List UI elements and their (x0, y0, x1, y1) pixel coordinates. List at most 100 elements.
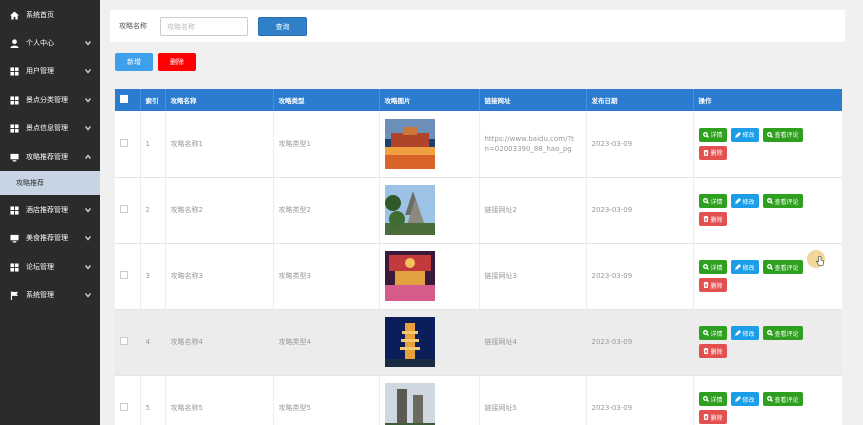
search-input[interactable] (160, 17, 248, 36)
guide-image (384, 118, 479, 169)
view-reviews-button[interactable]: 查看评论 (762, 392, 803, 406)
chevron-up-icon (84, 154, 92, 160)
guide-image-cell (379, 111, 480, 178)
row-select-cell (115, 111, 141, 178)
sidebar-item-user-management[interactable]: 用户管理 (0, 57, 100, 85)
guide-image (384, 383, 479, 425)
add-button[interactable]: 新增 (115, 53, 153, 71)
search-icon (766, 330, 773, 336)
sidebar-item-attraction-info[interactable]: 景点信息管理 (0, 114, 100, 142)
monitor-icon (9, 233, 19, 243)
edit-button[interactable]: 修改 (730, 127, 759, 142)
edit-button[interactable]: 修改 (730, 194, 759, 208)
chevron-down-icon (84, 292, 92, 298)
row-checkbox[interactable] (120, 337, 128, 345)
index-cell: 1 (140, 111, 166, 178)
link-url-cell: 链接网址4 (479, 309, 587, 376)
publish-date-cell: 2023-03-09 (586, 243, 694, 310)
sidebar-item-hotel-recommend[interactable]: 酒店推荐管理 (0, 196, 100, 224)
sidebar-item-guide-recommend[interactable]: 攻略推荐管理 (0, 143, 100, 171)
link-url: 链接网址4 (484, 338, 517, 346)
search-icon (702, 330, 709, 336)
edit-button[interactable]: 修改 (730, 392, 759, 406)
detail-button[interactable]: 详情 (698, 194, 727, 208)
row-select-cell (115, 243, 141, 310)
search-icon (766, 396, 773, 402)
search-icon (702, 131, 709, 138)
sidebar-item-attraction-category[interactable]: 景点分类管理 (0, 86, 100, 114)
sidebar-item-label: 系统首页 (26, 11, 54, 19)
table-row: 1 攻略名称1 攻略类型1 https://www.baidu.com/?tn=020… (115, 111, 842, 178)
publish-date-cell: 2023-03-09 (586, 309, 694, 376)
edit-button[interactable]: 修改 (730, 326, 759, 340)
sidebar: 系统首页 个人中心 用户管理 景点分类管理 景点信息管理 攻略推荐管理 攻略推荐… (0, 0, 100, 425)
edit-button[interactable]: 修改 (730, 260, 759, 274)
link-url-cell: 链接网址5 (479, 375, 587, 425)
publish-date-cell: 2023-03-09 (586, 375, 694, 425)
index-cell: 5 (140, 375, 166, 425)
edit-label: 修改 (742, 330, 755, 338)
publish-date-cell: 2023-03-09 (586, 177, 694, 244)
actions-cell: 详情 修改 查看评论删除 (693, 309, 842, 376)
sidebar-subitem-guide-recommend[interactable]: 攻略推荐 (0, 171, 100, 195)
sidebar-item-system[interactable]: 系统管理 (0, 281, 100, 309)
sidebar-item-label: 论坛管理 (26, 263, 54, 271)
detail-button[interactable]: 详情 (698, 392, 727, 406)
edit-label: 修改 (742, 198, 755, 206)
view-reviews-button[interactable]: 查看评论 (762, 127, 803, 142)
table-row: 5 攻略名称5 攻略类型5 链接网址5 2023-03-09 详情 修改 查看评论 删除 (115, 375, 842, 425)
detail-label: 详情 (710, 330, 723, 338)
chevron-down-icon (84, 97, 92, 103)
row-checkbox[interactable] (120, 205, 128, 213)
detail-button[interactable]: 详情 (698, 127, 727, 142)
trash-icon (703, 348, 708, 354)
view-reviews-button[interactable]: 查看评论 (762, 326, 803, 340)
link-url-cell: https://www.baidu.com/?tn=02003390_88_ha… (479, 111, 587, 178)
delete-row-button[interactable]: 删除 (698, 410, 727, 424)
delete-row-label: 删除 (710, 348, 723, 356)
guide-name-cell: 攻略名称2 (165, 177, 274, 244)
chevron-down-icon (84, 40, 92, 46)
search-label: 攻略名称 (119, 22, 147, 30)
delete-row-button[interactable]: 删除 (698, 344, 727, 358)
pencil-icon (734, 131, 741, 138)
sidebar-item-home[interactable]: 系统首页 (0, 1, 100, 29)
delete-row-label: 删除 (710, 150, 723, 158)
sidebar-item-label: 攻略推荐管理 (26, 153, 68, 161)
view-reviews-button[interactable]: 查看评论 (762, 194, 803, 208)
view-reviews-button[interactable]: 查看评论 (762, 260, 803, 274)
sidebar-item-personal-center[interactable]: 个人中心 (0, 29, 100, 57)
chevron-down-icon (84, 264, 92, 270)
sidebar-item-food-recommend[interactable]: 美食推荐管理 (0, 224, 100, 252)
pencil-icon (734, 396, 741, 402)
edit-label: 修改 (742, 264, 755, 272)
column-header: 攻略图片 (379, 89, 480, 111)
guide-image (384, 317, 479, 367)
pencil-icon (734, 198, 741, 204)
detail-button[interactable]: 详情 (698, 260, 727, 274)
detail-button[interactable]: 详情 (698, 326, 727, 340)
chevron-down-icon (84, 207, 92, 213)
batch-delete-button[interactable]: 删除 (158, 53, 196, 71)
delete-row-button[interactable]: 删除 (698, 145, 727, 160)
sidebar-item-forum[interactable]: 论坛管理 (0, 253, 100, 281)
delete-row-button[interactable]: 删除 (698, 278, 727, 292)
guide-name-cell: 攻略名称3 (165, 243, 274, 310)
index-cell: 3 (140, 243, 166, 310)
row-checkbox[interactable] (120, 138, 128, 147)
column-header: 攻略名称 (165, 89, 274, 111)
link-url: 链接网址2 (484, 206, 517, 214)
delete-row-button[interactable]: 删除 (698, 212, 727, 226)
search-icon (702, 198, 709, 204)
pencil-icon (734, 264, 741, 270)
guide-type-cell: 攻略类型3 (273, 243, 380, 310)
main-content: 攻略名称 查询 新增 删除 索引 攻略名称 攻略类型 攻略图片 链接网址 发布日… (100, 0, 863, 425)
guide-image (384, 251, 479, 301)
sidebar-item-label: 用户管理 (26, 67, 54, 75)
detail-label: 详情 (710, 132, 723, 140)
select-all-checkbox[interactable] (120, 95, 128, 103)
row-checkbox[interactable] (120, 271, 128, 279)
search-button[interactable]: 查询 (258, 17, 307, 36)
view-reviews-label: 查看评论 (774, 330, 799, 338)
row-checkbox[interactable] (120, 403, 128, 411)
